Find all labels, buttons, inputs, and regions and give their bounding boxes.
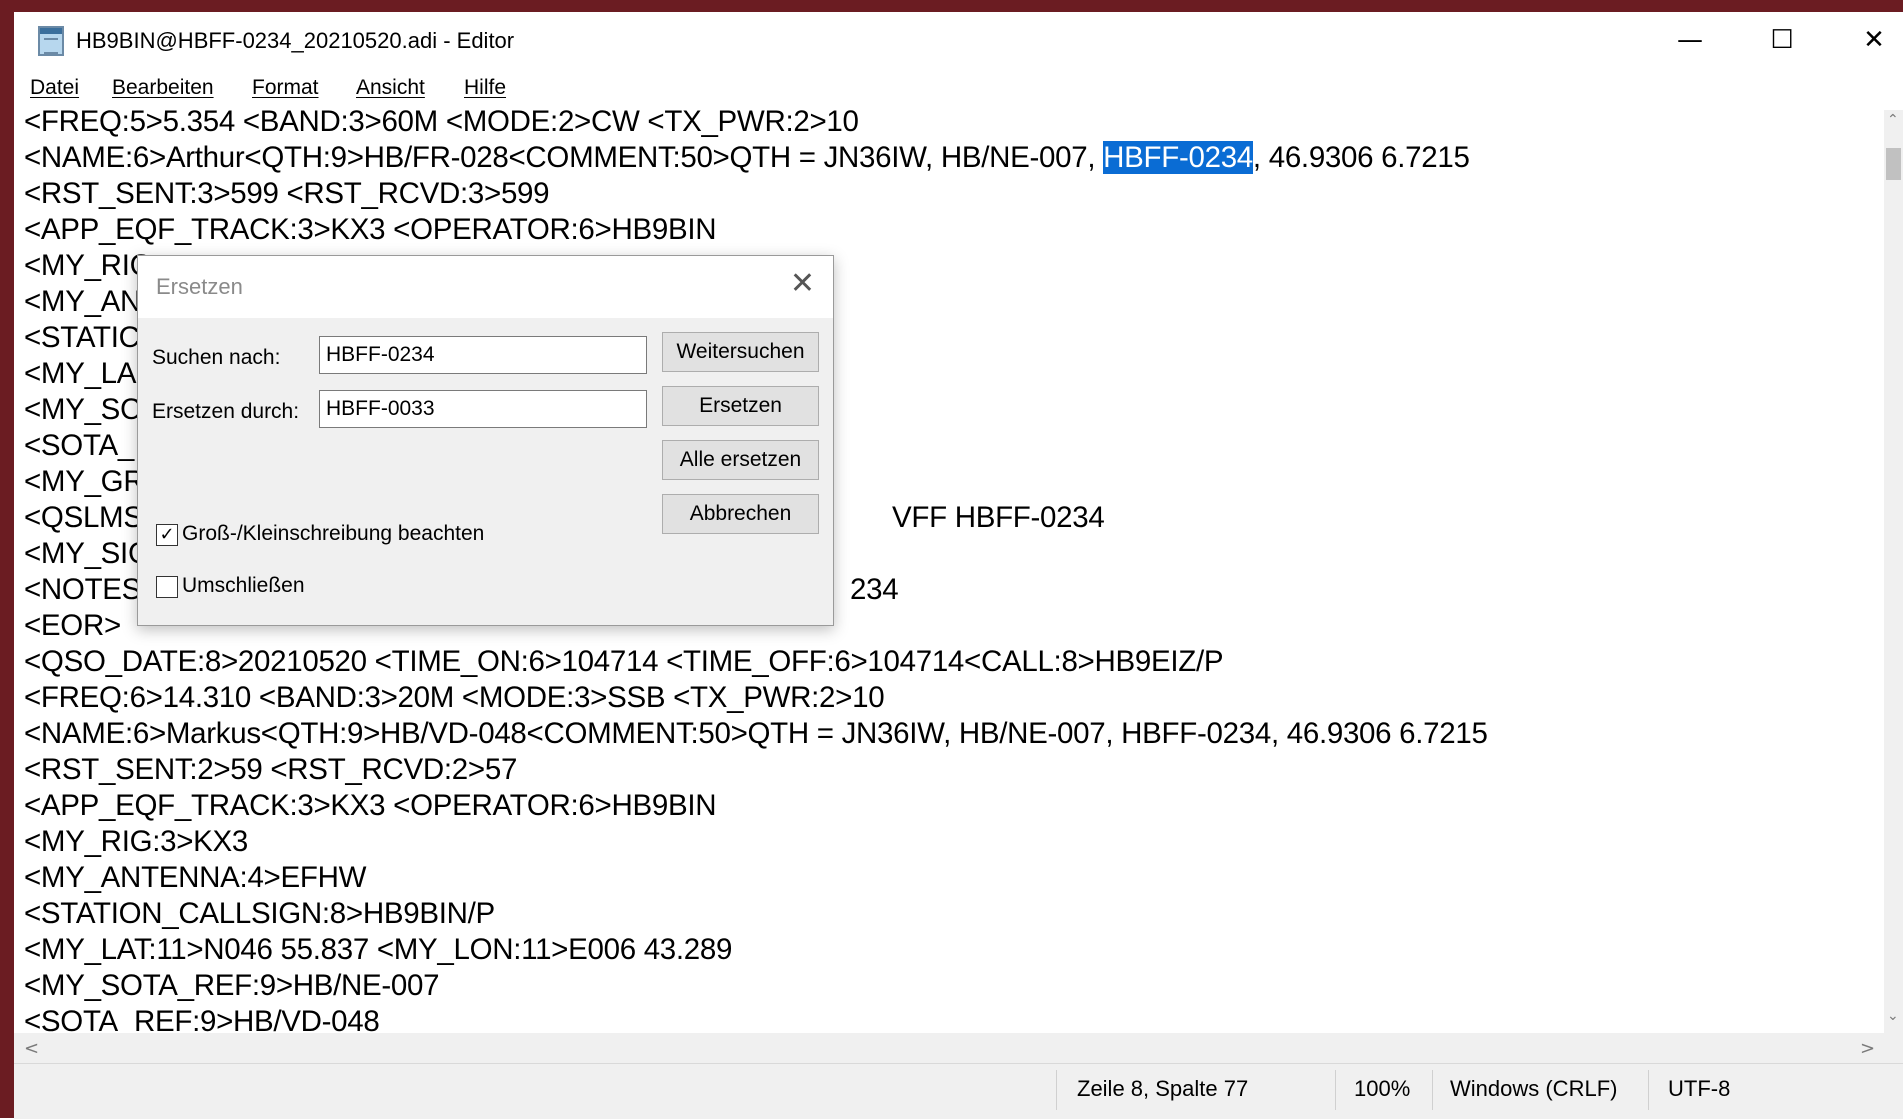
notepad-icon <box>38 26 64 56</box>
horizontal-scrollbar[interactable]: < > <box>14 1033 1884 1063</box>
editor-line: <MY_LAT:11>N046 55.837 <MY_LON:11>E006 4… <box>24 933 733 966</box>
menu-hilfe[interactable]: Hilfe <box>464 76 506 100</box>
editor-line: <MY_LA <box>24 357 137 390</box>
editor-line: <STATION_CALLSIGN:8>HB9BIN/P <box>24 897 495 930</box>
menu-ansicht[interactable]: Ansicht <box>356 76 425 100</box>
replace-dialog: Ersetzen ✕ Suchen nach: Ersetzen durch: … <box>137 255 834 626</box>
editor-line: <NAME:6>Arthur<QTH:9>HB/FR-028<COMMENT:5… <box>24 140 1470 176</box>
editor-line: <FREQ:5>5.354 <BAND:3>60M <MODE:2>CW <TX… <box>24 110 859 138</box>
status-divider <box>1335 1070 1336 1110</box>
editor-line: <QSLMS <box>24 501 143 534</box>
editor-line: <NAME:6>Markus<QTH:9>HB/VD-048<COMMENT:5… <box>24 717 1488 750</box>
editor-line: <MY_SOTA_REF:9>HB/NE-007 <box>24 969 440 1002</box>
editor-line: <RST_SENT:3>599 <RST_RCVD:3>599 <box>24 177 550 210</box>
menu-bar: Datei Bearbeiten Format Ansicht Hilfe <box>14 68 1903 108</box>
editor-line: <EOR> <box>24 609 121 642</box>
scroll-down-icon[interactable]: ⌄ <box>1887 1008 1899 1024</box>
editor-line: <MY_SIG <box>24 537 151 570</box>
editor-line-text: , 46.9306 6.7215 <box>1252 141 1470 174</box>
editor-line-tail: VFF HBFF-0234 <box>892 501 1105 534</box>
dialog-title-bar[interactable]: Ersetzen ✕ <box>138 256 833 318</box>
editor-line: <MY_ANTENNA:4>EFHW <box>24 861 367 894</box>
dialog-title: Ersetzen <box>156 274 243 299</box>
editor-line: <FREQ:6>14.310 <BAND:3>20M <MODE:3>SSB <… <box>24 681 885 714</box>
close-button[interactable]: ✕ <box>1828 12 1903 68</box>
editor-line: <APP_EQF_TRACK:3>KX3 <OPERATOR:6>HB9BIN <box>24 213 717 246</box>
status-divider <box>1056 1070 1057 1110</box>
match-case-checkbox[interactable]: ✓ <box>156 524 178 546</box>
vertical-scroll-thumb[interactable] <box>1886 148 1901 180</box>
editor-line: <MY_AN <box>24 285 142 318</box>
find-input[interactable] <box>319 336 647 374</box>
status-bar: Zeile 8, Spalte 77 100% Windows (CRLF) U… <box>14 1063 1903 1119</box>
editor-line-tail: 234 <box>850 573 899 606</box>
scroll-left-icon[interactable]: < <box>24 1038 39 1059</box>
editor-line: <MY_SC <box>24 393 142 426</box>
menu-bearbeiten[interactable]: Bearbeiten <box>112 76 214 100</box>
editor-line: <MY_RIG:3>KX3 <box>24 825 249 858</box>
editor-line: <SOTA_ <box>24 429 134 462</box>
editor-line: <QSO_DATE:8>20210520 <TIME_ON:6>104714 <… <box>24 645 1224 678</box>
editor-line: <STATIC <box>24 321 140 354</box>
status-divider <box>1648 1070 1649 1110</box>
cursor-position: Zeile 8, Spalte 77 <box>1077 1076 1249 1101</box>
editor-line: <RST_SENT:2>59 <RST_RCVD:2>57 <box>24 753 518 786</box>
editor-line: <APP_EQF_TRACK:3>KX3 <OPERATOR:6>HB9BIN <box>24 789 717 822</box>
dialog-close-icon[interactable]: ✕ <box>790 266 815 301</box>
replace-label: Ersetzen durch: <box>152 400 300 423</box>
find-next-button[interactable]: Weitersuchen <box>662 332 819 372</box>
scroll-up-icon[interactable]: ⌃ <box>1887 112 1899 128</box>
menu-datei[interactable]: Datei <box>30 76 79 100</box>
editor-line: <SOTA_REF:9>HB/VD-048 <box>24 1005 380 1033</box>
replace-input[interactable] <box>319 390 647 428</box>
wrap-around-label: Umschließen <box>182 574 305 597</box>
window-title: HB9BIN@HBFF-0234_20210520.adi - Editor <box>76 28 515 53</box>
zoom-level: 100% <box>1354 1076 1411 1101</box>
match-case-label: Groß-/Kleinschreibung beachten <box>182 522 485 545</box>
minimize-button[interactable]: — <box>1644 12 1736 68</box>
editor-line: <MY_RIG <box>24 249 153 282</box>
line-ending: Windows (CRLF) <box>1450 1076 1618 1101</box>
cancel-button[interactable]: Abbrechen <box>662 494 819 534</box>
editor-line-text: <NAME:6>Arthur<QTH:9>HB/FR-028<COMMENT:5… <box>24 141 1104 174</box>
encoding: UTF-8 <box>1668 1076 1731 1101</box>
scroll-right-icon[interactable]: > <box>1860 1038 1875 1059</box>
vertical-scrollbar[interactable]: ⌃ ⌄ <box>1884 110 1903 1033</box>
replace-all-button[interactable]: Alle ersetzen <box>662 440 819 480</box>
editor-line: <NOTES <box>24 573 142 606</box>
status-divider <box>1432 1070 1433 1110</box>
title-bar[interactable]: HB9BIN@HBFF-0234_20210520.adi - Editor —… <box>14 12 1903 68</box>
find-label: Suchen nach: <box>152 346 281 369</box>
editor-line: <MY_GR <box>24 465 145 498</box>
wrap-around-checkbox[interactable] <box>156 576 178 598</box>
maximize-button[interactable]: ☐ <box>1736 12 1828 68</box>
selected-text: HBFF-0234 <box>1103 141 1253 174</box>
menu-format[interactable]: Format <box>252 76 319 100</box>
replace-button[interactable]: Ersetzen <box>662 386 819 426</box>
scrollbar-corner <box>1884 1033 1903 1063</box>
